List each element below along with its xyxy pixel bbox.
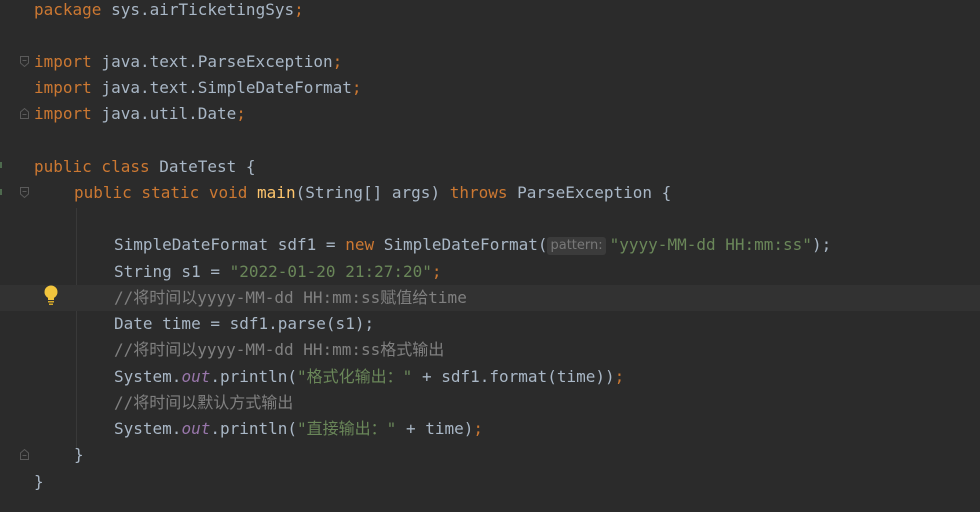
code-line-time[interactable]: Date time = sdf1.parse(s1); [0,311,980,337]
code-line-close-class[interactable]: } [0,469,980,495]
code-line-comment[interactable]: //将时间以yyyy-MM-dd HH:mm:ss格式输出 [0,337,980,363]
comment: //将时间以默认方式输出 [114,393,294,412]
code-line-package[interactable]: package sys.airTicketingSys; [0,0,980,23]
field-out: out [181,367,211,386]
code-line-println[interactable]: System.out.println("直接输出：" + time); [0,416,980,442]
code-text: .println( [210,367,298,386]
code-line-println[interactable]: System.out.println("格式化输出：" + sdf1.forma… [0,364,980,390]
import-name: java.text.ParseException [91,52,333,71]
keyword: import [34,52,92,71]
lightbulb-icon[interactable] [42,284,60,306]
string-literal: "直接输出：" [297,419,397,438]
semicolon: ; [431,262,442,281]
code-editor[interactable]: package sys.airTicketingSys; import java… [0,0,980,512]
semicolon: ; [332,52,343,71]
code-line-import[interactable]: import java.text.SimpleDateFormat; [0,75,980,101]
keyword: import [34,104,92,123]
code-line-main-declaration[interactable]: public static void main(String[] args) t… [0,180,980,206]
closing-brace: } [34,472,44,491]
method-params: (String[] args) [295,183,450,202]
comment: //将时间以yyyy-MM-dd HH:mm:ss赋值给time [114,288,467,307]
import-name: java.util.Date [91,104,237,123]
code-line-close-method[interactable]: } [0,442,980,468]
code-line-comment-current[interactable]: //将时间以yyyy-MM-dd HH:mm:ss赋值给time [0,285,980,311]
keyword: package [34,0,102,19]
semicolon: ; [294,0,304,19]
code-text: System. [114,419,182,438]
code-line-comment[interactable]: //将时间以默认方式输出 [0,390,980,416]
import-name: java.text.SimpleDateFormat [91,78,352,97]
code-text: System. [114,367,182,386]
keyword: import [34,78,92,97]
string-literal: "格式化输出：" [297,367,413,386]
keyword: new [345,235,375,254]
closing-brace: } [74,445,84,464]
class-name: DateTest { [149,157,256,176]
code-text: String s1 = [114,262,230,281]
parameter-hint: pattern: [547,237,606,255]
keyword: void [199,183,248,202]
method-name: main [247,183,296,202]
code-text: SimpleDateFormat sdf1 = [114,235,346,254]
keyword: public [34,157,92,176]
field-out: out [181,419,211,438]
code-line-s1[interactable]: String s1 = "2022-01-20 21:27:20"; [0,259,980,285]
keyword: throws [449,183,508,202]
semicolon: ; [236,104,246,123]
exception-name: ParseException { [507,183,672,202]
semicolon: ; [473,419,484,438]
comment: //将时间以yyyy-MM-dd HH:mm:ss格式输出 [114,340,445,359]
code-line-sdf[interactable]: SimpleDateFormat sdf1 = new SimpleDateFo… [0,232,980,258]
package-name: sys.airTicketingSys [101,0,295,19]
keyword: static [131,183,200,202]
code-text: ); [811,235,832,254]
keyword: class [91,157,150,176]
semicolon: ; [351,78,362,97]
code-line-class-declaration[interactable]: public class DateTest { [0,154,980,180]
code-text: Date time = sdf1.parse(s1); [114,314,375,333]
code-text: + sdf1.format(time)) [412,367,615,386]
code-line-import[interactable]: import java.text.ParseException; [0,49,980,75]
code-line-import[interactable]: import java.util.Date; [0,101,980,127]
keyword: public [74,183,132,202]
code-text: + time) [396,419,474,438]
code-text: SimpleDateFormat( [374,235,548,254]
code-text: .println( [210,419,298,438]
string-literal: "2022-01-20 21:27:20" [229,262,432,281]
semicolon: ; [614,367,625,386]
string-literal: "yyyy-MM-dd HH:mm:ss" [609,235,812,254]
